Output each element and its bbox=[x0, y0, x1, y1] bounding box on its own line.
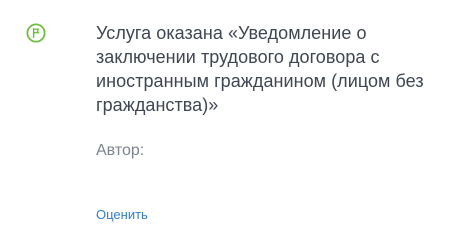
flag-icon bbox=[26, 23, 46, 43]
notification-message: Услуга оказана «Уведомление о заключении… bbox=[96, 23, 424, 115]
author-label: Автор: bbox=[96, 142, 145, 159]
notification-card: Услуга оказана «Уведомление о заключении… bbox=[0, 0, 461, 245]
rate-link[interactable]: Оценить bbox=[96, 207, 148, 223]
